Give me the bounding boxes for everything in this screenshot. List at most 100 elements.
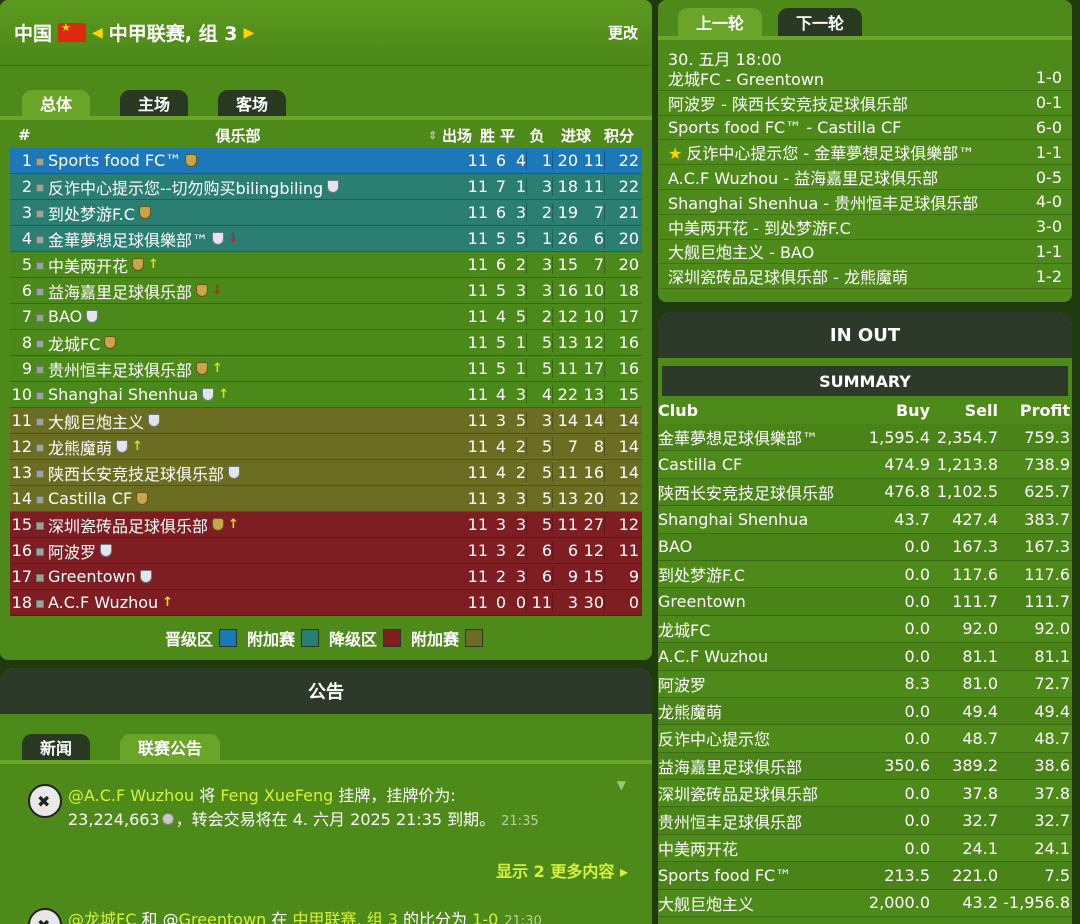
io-club-name[interactable]: 中美两开花: [658, 836, 858, 860]
table-row[interactable]: 4 金華夢想足球俱樂部™ ↓ 11 5 5 1 26 6 20: [10, 226, 642, 252]
table-row[interactable]: 16 阿波罗 11 3 2 6 6 12 11: [10, 538, 642, 564]
row-club[interactable]: 大舰巨炮主义: [48, 409, 448, 433]
io-club-name[interactable]: Shanghai Shenhua: [658, 510, 858, 529]
news-player-link[interactable]: Feng XueFeng: [220, 786, 333, 805]
row-club[interactable]: Greentown: [48, 567, 448, 586]
match-score[interactable]: 1-0: [1036, 68, 1062, 87]
expand-chevron-icon[interactable]: ▼: [617, 778, 626, 792]
match-score[interactable]: 0-5: [1036, 168, 1062, 187]
row-club[interactable]: Sports food FC™: [48, 151, 448, 170]
match-score[interactable]: 0-1: [1036, 93, 1062, 112]
club-name[interactable]: Greentown: [48, 567, 136, 586]
row-club[interactable]: 益海嘉里足球俱乐部 ↓: [48, 279, 448, 303]
row-club[interactable]: 阿波罗: [48, 539, 448, 563]
col-io-buy[interactable]: Buy: [858, 401, 930, 420]
club-name[interactable]: 到处梦游F.C: [48, 201, 135, 225]
row-club[interactable]: Shanghai Shenhua ↑: [48, 385, 448, 404]
prev-league-arrow-icon[interactable]: ◀: [92, 25, 103, 41]
club-name[interactable]: 金華夢想足球俱樂部™: [48, 227, 208, 251]
match-row[interactable]: Sports food FC™ - Castilla CF 6-0: [658, 116, 1072, 141]
table-row[interactable]: 3 到处梦游F.C 11 6 3 2 19 7 21: [10, 200, 642, 226]
col-pts[interactable]: 积分: [600, 125, 638, 146]
match-row[interactable]: ★ 反诈中心提示您 - 金華夢想足球俱樂部™ 1-1: [658, 140, 1072, 166]
io-club-name[interactable]: 阿波罗: [658, 672, 858, 696]
io-club-name[interactable]: 大舰巨炮主义: [658, 891, 858, 915]
show-more-link[interactable]: 显示 2 更多内容 ▸: [496, 858, 628, 882]
table-row[interactable]: 10 Shanghai Shenhua ↑ 11 4 3 4 22 13 15: [10, 382, 642, 408]
news-club-link[interactable]: A.C.F Wuzhou: [84, 786, 194, 805]
table-row[interactable]: 13 陕西长安竞技足球俱乐部 11 4 2 5 11 16 14: [10, 460, 642, 486]
match-teams[interactable]: A.C.F Wuzhou - 益海嘉里足球俱乐部: [668, 165, 938, 189]
row-club[interactable]: 贵州恒丰足球俱乐部 ↑: [48, 357, 448, 381]
match-score[interactable]: 4-0: [1036, 192, 1062, 211]
io-club-name[interactable]: 到处梦游F.C: [658, 562, 858, 586]
row-club[interactable]: 反诈中心提示您--切勿购买bilingbiling: [48, 175, 448, 199]
match-teams[interactable]: Shanghai Shenhua - 贵州恒丰足球俱乐部: [668, 190, 978, 214]
match-row[interactable]: 深圳瓷砖品足球俱乐部 - 龙熊魔萌 1-2: [658, 264, 1072, 290]
io-club-name[interactable]: 金華夢想足球俱樂部™: [658, 425, 858, 449]
io-club-name[interactable]: 龙城FC: [658, 617, 858, 641]
club-name[interactable]: 陕西长安竞技足球俱乐部: [48, 461, 224, 485]
row-club[interactable]: 中美两开花 ↑: [48, 253, 448, 277]
row-club[interactable]: 陕西长安竞技足球俱乐部: [48, 461, 448, 485]
club-name[interactable]: 深圳瓷砖品足球俱乐部: [48, 513, 208, 537]
table-row[interactable]: 2 反诈中心提示您--切勿购买bilingbiling 11 7 1 3 18 11 22: [10, 174, 642, 200]
match-teams[interactable]: 大舰巨炮主义 - BAO: [668, 239, 814, 263]
table-row[interactable]: 14 Castilla CF 11 3 3 5 13 20 12: [10, 486, 642, 512]
tab-next-round[interactable]: 下一轮: [778, 8, 863, 36]
row-club[interactable]: A.C.F Wuzhou ↑: [48, 593, 448, 612]
table-row[interactable]: 11 大舰巨炮主义 11 3 5 3 14 14 14: [10, 408, 642, 434]
row-club[interactable]: 龙城FC: [48, 331, 448, 355]
tab-overall[interactable]: 总体: [22, 90, 91, 116]
io-club-name[interactable]: 反诈中心提示您: [658, 726, 858, 750]
match-row[interactable]: 中美两开花 - 到处梦游F.C 3-0: [658, 215, 1072, 240]
match-teams[interactable]: ★ 反诈中心提示您 - 金華夢想足球俱樂部™: [668, 140, 974, 164]
col-club[interactable]: 俱乐部: [48, 125, 428, 146]
row-club[interactable]: 深圳瓷砖品足球俱乐部 ↑: [48, 513, 448, 537]
row-club[interactable]: BAO: [48, 307, 448, 326]
change-league-link[interactable]: 更改: [608, 22, 638, 43]
match-teams[interactable]: 深圳瓷砖品足球俱乐部 - 龙熊魔萌: [668, 264, 908, 288]
match-row[interactable]: 龙城FC - Greentown 1-0: [658, 66, 1072, 91]
io-club-name[interactable]: 贵州恒丰足球俱乐部: [658, 809, 858, 833]
col-w[interactable]: 胜: [480, 125, 500, 146]
match-row[interactable]: Shanghai Shenhua - 贵州恒丰足球俱乐部 4-0: [658, 190, 1072, 215]
tab-news[interactable]: 新闻: [22, 734, 91, 760]
club-name[interactable]: 龙熊魔萌: [48, 435, 112, 459]
match-row[interactable]: 阿波罗 - 陕西长安竞技足球俱乐部 0-1: [658, 91, 1072, 116]
table-row[interactable]: 7 BAO 11 4 5 2 12 10 17: [10, 304, 642, 330]
club-name[interactable]: 反诈中心提示您--切勿购买bilingbiling: [48, 175, 323, 199]
match-score[interactable]: 1-2: [1036, 267, 1062, 286]
io-club-name[interactable]: 陕西长安竞技足球俱乐部: [658, 480, 858, 504]
col-d[interactable]: 平: [500, 125, 522, 146]
match-score[interactable]: 3-0: [1036, 217, 1062, 236]
io-club-name[interactable]: 益海嘉里足球俱乐部: [658, 754, 858, 778]
match-score[interactable]: 6-0: [1036, 118, 1062, 137]
tab-home[interactable]: 主场: [120, 90, 189, 116]
sort-icon[interactable]: ⇕: [428, 129, 442, 142]
club-name[interactable]: A.C.F Wuzhou: [48, 593, 158, 612]
match-teams[interactable]: 龙城FC - Greentown: [668, 66, 824, 90]
table-row[interactable]: 8 龙城FC 11 5 1 5 13 12 16: [10, 330, 642, 356]
match-teams[interactable]: 中美两开花 - 到处梦游F.C: [668, 215, 851, 239]
club-name[interactable]: 大舰巨炮主义: [48, 409, 144, 433]
news2-club1-link[interactable]: 龙城FC: [84, 910, 136, 924]
club-avatar-2[interactable]: [28, 908, 62, 924]
table-row[interactable]: 18 A.C.F Wuzhou ↑ 11 0 0 11 3 30 0: [10, 590, 642, 616]
club-name[interactable]: 龙城FC: [48, 331, 100, 355]
match-teams[interactable]: Sports food FC™ - Castilla CF: [668, 118, 901, 137]
news2-league-link[interactable]: 中甲联赛, 组 3: [293, 910, 398, 924]
table-row[interactable]: 17 Greentown 11 2 3 6 9 15 9: [10, 564, 642, 590]
club-name[interactable]: 益海嘉里足球俱乐部: [48, 279, 192, 303]
row-club[interactable]: 金華夢想足球俱樂部™ ↓: [48, 227, 448, 251]
col-goals[interactable]: 进球: [552, 125, 600, 146]
match-score[interactable]: 1-1: [1036, 242, 1062, 261]
io-club-name[interactable]: 深圳瓷砖品足球俱乐部: [658, 781, 858, 805]
table-row[interactable]: 6 益海嘉里足球俱乐部 ↓ 11 5 3 3 16 10 18: [10, 278, 642, 304]
club-avatar[interactable]: [28, 784, 62, 818]
row-club[interactable]: 龙熊魔萌 ↑: [48, 435, 448, 459]
io-club-name[interactable]: Greentown: [658, 592, 858, 611]
col-pos[interactable]: #: [18, 126, 48, 144]
col-l[interactable]: 负: [522, 125, 552, 146]
match-teams[interactable]: 阿波罗 - 陕西长安竞技足球俱乐部: [668, 91, 908, 115]
